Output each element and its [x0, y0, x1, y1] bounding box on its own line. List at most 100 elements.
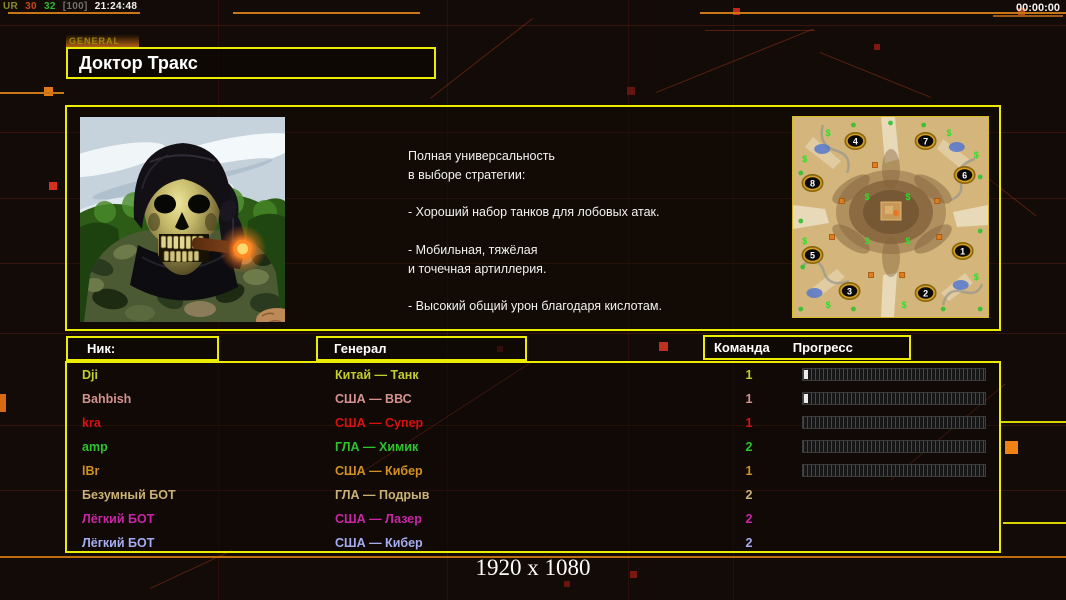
player-team: 2 [745, 512, 753, 526]
tech-building-marker [899, 272, 906, 278]
supply-marker: $ [974, 272, 979, 282]
supply-marker: $ [902, 300, 907, 310]
description-line: - Мобильная, тяжёлая [408, 242, 538, 257]
description-line [408, 279, 738, 298]
player-row: Лёгкий БОТ США — Лазер 2 [67, 507, 999, 531]
player-row: amp ГЛА — Химик 2 [67, 435, 999, 459]
general-tab-label: GENERAL [66, 35, 139, 47]
game-lobby-screen: UR 30 32 [100] 21:24:48 00:00:00 GENERAL… [0, 0, 1066, 600]
loading-progress-bar [802, 392, 986, 405]
tech-building-marker [829, 234, 835, 240]
player-team: 2 [745, 536, 753, 550]
player-nick: amp [82, 440, 108, 454]
supply-marker: $ [802, 154, 807, 164]
player-row: Безумный БОТ ГЛА — Подрыв 2 [67, 483, 999, 507]
header-progress-label: Прогресс [792, 340, 853, 355]
start-position-number: 7 [923, 136, 928, 146]
status-segment: [100] [62, 1, 88, 12]
player-row: lBr США — Кибер 1 [67, 459, 999, 483]
tree-marker [798, 170, 804, 176]
status-segment: 32 [43, 1, 56, 12]
water-patch [806, 288, 823, 298]
player-team: 1 [745, 416, 753, 430]
player-row: Dji Китай — Танк 1 [67, 363, 999, 387]
player-general: ГЛА — Подрыв [335, 488, 430, 502]
tree-marker [977, 174, 983, 180]
tree-marker [977, 306, 983, 312]
player-nick: lBr [82, 464, 100, 478]
tree-marker [800, 264, 806, 270]
tree-marker [798, 306, 804, 312]
timer-rule [993, 15, 1063, 17]
supply-marker: $ [826, 300, 831, 310]
grid-line [0, 25, 1066, 26]
circuit-line [819, 52, 932, 98]
water-patch [814, 144, 831, 154]
player-general: Китай — Танк [335, 368, 419, 382]
tree-marker [851, 306, 856, 312]
tree-marker [977, 228, 983, 234]
player-row: kra США — Супер 1 [67, 411, 999, 435]
supply-marker: $ [865, 192, 870, 202]
start-position-number: 1 [960, 246, 965, 256]
header-team-progress: Команда Прогресс [703, 335, 911, 360]
player-general: США — Кибер [335, 536, 423, 550]
supply-marker: $ [906, 192, 911, 202]
tech-building-marker [934, 198, 941, 204]
top-rule [233, 12, 420, 14]
tech-building-marker [936, 234, 943, 240]
start-position-number: 5 [810, 250, 815, 260]
general-name: Доктор Тракс [79, 53, 198, 73]
description-line: - Хороший набор танков для лобовых атак. [408, 205, 660, 220]
player-general: ГЛА — Химик [335, 440, 419, 454]
decor-square [874, 44, 880, 50]
header-team-label: Команда [714, 340, 770, 355]
decor-square [0, 394, 6, 412]
status-segment: 21:24:48 [94, 1, 138, 12]
header-nick: Ник: [66, 336, 219, 361]
supply-marker: $ [826, 128, 831, 138]
player-team: 2 [745, 488, 753, 502]
loading-progress-bar [802, 416, 986, 429]
decor-square [564, 581, 570, 587]
general-name-box: Доктор Тракс [66, 47, 436, 79]
player-nick: kra [82, 416, 101, 430]
description-line: и точечная артиллерия. [408, 261, 547, 276]
circuit-line [705, 30, 815, 31]
supply-marker: $ [946, 128, 951, 138]
supply-marker: $ [906, 236, 911, 246]
general-description: Полная универсальность в выборе стратеги… [408, 147, 738, 316]
tree-marker [940, 306, 946, 312]
supply-marker: $ [865, 236, 870, 246]
description-line [408, 185, 738, 204]
start-position-number: 8 [810, 178, 815, 188]
side-rule [1001, 421, 1066, 423]
loading-progress-bar [802, 464, 986, 477]
status-segment: 30 [25, 1, 37, 12]
player-nick: Лёгкий БОТ [82, 536, 155, 550]
grid-line [0, 333, 1066, 334]
tree-marker [798, 218, 804, 224]
start-position-number: 6 [962, 170, 967, 180]
player-general: США — ВВС [335, 392, 412, 406]
circuit-line [430, 17, 534, 99]
player-general: США — Супер [335, 416, 424, 430]
start-position-number: 2 [923, 288, 928, 298]
map-preview: $ $ $ $ $ $ $ $ $ $ $ $1 2 3 4 5 6 7 8 [792, 116, 989, 318]
player-row: Bahbish США — ВВС 1 [67, 387, 999, 411]
loading-progress-fill [804, 394, 808, 403]
tree-marker [888, 120, 893, 126]
player-table: Dji Китай — Танк 1 Bahbish США — ВВС 1 k… [65, 361, 1001, 553]
description-line: в выборе стратегии: [408, 167, 526, 182]
player-row: Лёгкий БОТ США — Кибер 2 [67, 531, 999, 555]
description-line: Полная универсальность [408, 149, 555, 163]
decor-square [49, 182, 57, 190]
player-nick: Dji [82, 368, 98, 382]
loading-progress-fill [804, 370, 808, 379]
header-general-label: Генерал [334, 341, 387, 356]
player-team: 1 [745, 368, 753, 382]
water-patch [952, 280, 969, 290]
supply-marker: $ [974, 150, 979, 160]
player-general: США — Кибер [335, 464, 423, 478]
player-team: 2 [745, 440, 753, 454]
